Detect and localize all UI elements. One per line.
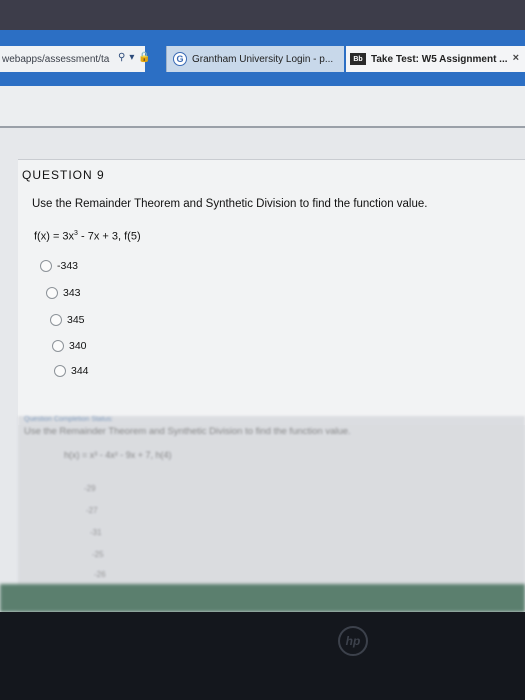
answer-option[interactable]: 340: [52, 340, 87, 352]
option-label: -343: [57, 260, 79, 272]
radio-button[interactable]: [52, 340, 64, 352]
taskbar: [0, 584, 525, 612]
hp-logo: hp: [338, 626, 368, 656]
option-label: 340: [69, 340, 87, 352]
screen: webapps/assessment/ta ⚲ ▾ 🔒 G Grantham U…: [0, 0, 525, 612]
search-icon[interactable]: ⚲: [118, 52, 125, 63]
radio-button[interactable]: [40, 260, 52, 272]
radio-button[interactable]: [50, 314, 62, 326]
option-label: 343: [63, 287, 81, 299]
question-panel: QUESTION 9 Use the Remainder Theorem and…: [18, 159, 525, 425]
radio-button[interactable]: [46, 287, 58, 299]
next-question-prompt: Use the Remainder Theorem and Synthetic …: [24, 426, 351, 437]
tab-label: Take Test: W5 Assignment ...: [371, 53, 508, 65]
tab-take-test[interactable]: Bb Take Test: W5 Assignment ... ×: [346, 46, 525, 72]
lock-icon: 🔒: [138, 52, 151, 63]
tab-label: Grantham University Login - p...: [192, 53, 334, 65]
formula-lhs: f(x) = 3x: [34, 230, 75, 243]
next-question-formula: h(x) = x³ - 4x² - 9x + 7, h(4): [64, 450, 172, 460]
option-label: 344: [71, 365, 89, 377]
chevron-down-icon[interactable]: ▾: [129, 52, 134, 63]
question-formula: f(x) = 3x3 - 7x + 3, f(5): [34, 230, 141, 243]
next-option[interactable]: -27: [86, 506, 98, 515]
address-icons: ⚲ ▾ 🔒: [118, 52, 151, 63]
monitor-bezel: [0, 612, 525, 700]
question-heading: QUESTION 9: [22, 168, 105, 182]
next-option[interactable]: -25: [92, 550, 104, 559]
formula-rhs: - 7x + 3, f(5): [77, 230, 141, 243]
answer-option[interactable]: 345: [50, 314, 85, 326]
completion-status: Question Completion Status:: [24, 416, 114, 423]
blackboard-icon: Bb: [350, 53, 366, 65]
answer-option[interactable]: 343: [46, 287, 81, 299]
google-g-icon: G: [173, 52, 187, 66]
next-option[interactable]: -26: [94, 570, 106, 579]
answer-option[interactable]: 344: [54, 365, 89, 377]
next-question-panel: Question Completion Status: Use the Rema…: [18, 416, 525, 612]
page-content: QUESTION 9 Use the Remainder Theorem and…: [0, 86, 525, 612]
next-option[interactable]: -31: [90, 528, 102, 537]
question-prompt: Use the Remainder Theorem and Synthetic …: [32, 198, 428, 210]
radio-button[interactable]: [54, 365, 66, 377]
page-header-band: [0, 86, 525, 128]
answer-option[interactable]: -343: [40, 260, 78, 272]
close-icon[interactable]: ×: [513, 52, 519, 64]
next-option[interactable]: -29: [84, 484, 96, 493]
window-top: [0, 0, 525, 30]
tab-grantham-login[interactable]: G Grantham University Login - p...: [166, 46, 344, 72]
option-label: 345: [67, 314, 85, 326]
address-text: webapps/assessment/ta: [2, 53, 110, 65]
